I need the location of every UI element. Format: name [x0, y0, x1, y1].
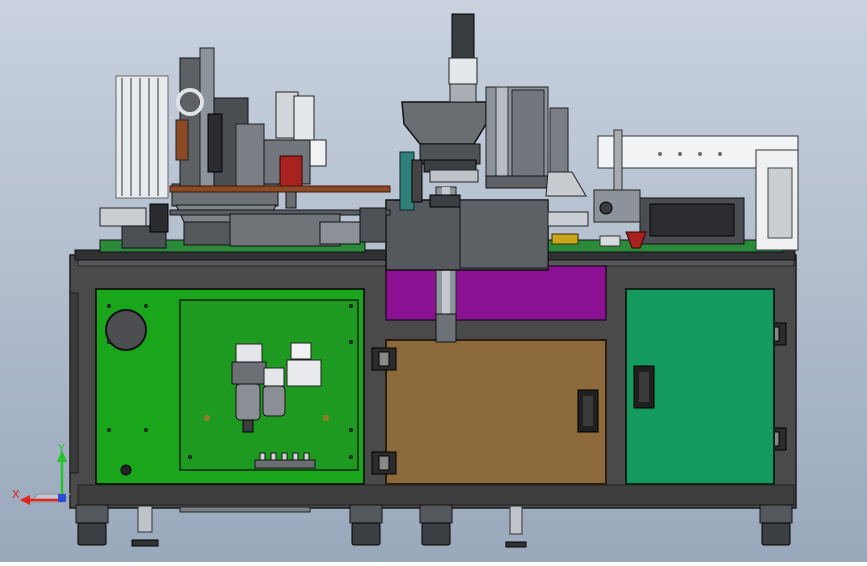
vertical-slide-unit [485, 86, 549, 189]
top-servo-motor [448, 13, 478, 103]
vent-fan-circle [105, 309, 147, 351]
center-purple-panel [385, 265, 607, 321]
right-cabinet-door [625, 288, 775, 485]
center-brown-door [385, 339, 607, 485]
y-axis-label: Y [57, 442, 65, 455]
x-axis-label: X [12, 488, 20, 501]
rotary-wheel [399, 151, 423, 211]
left-electrical-panel [95, 288, 365, 485]
cad-viewport[interactable]: Y X [0, 0, 867, 562]
machine-drawing: Y X [0, 0, 867, 562]
